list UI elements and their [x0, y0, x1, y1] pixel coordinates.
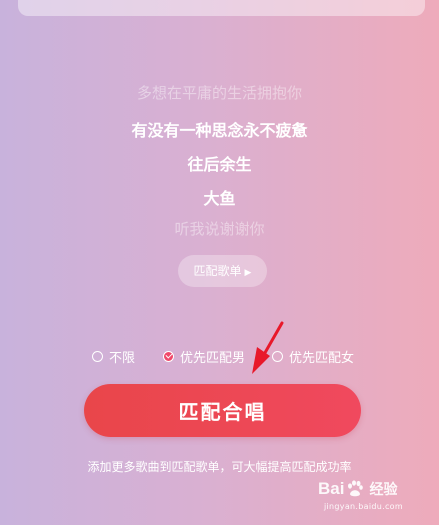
- tip-text: 添加更多歌曲到匹配歌单，可大幅提高匹配成功率: [87, 460, 352, 474]
- radio-unchecked-icon: [92, 350, 103, 362]
- watermark-brand-left: Bai: [318, 479, 345, 498]
- match-chorus-label: 匹配合唱: [178, 400, 267, 424]
- song-item[interactable]: 大鱼: [0, 185, 439, 209]
- radio-unchecked-icon: [272, 350, 283, 362]
- play-triangle-icon: ▶: [244, 268, 252, 278]
- song-item[interactable]: 有没有一种思念永不疲惫: [0, 117, 439, 141]
- match-songlist-button[interactable]: 匹配歌单 ▶: [178, 255, 267, 287]
- match-preference-options: 不限 优先匹配男 优先匹配女: [0, 346, 439, 366]
- songlist-button-label: 匹配歌单: [193, 264, 242, 278]
- option-prefer-female[interactable]: 优先匹配女: [272, 346, 354, 366]
- option-label: 不限: [109, 350, 136, 366]
- radio-checked-icon: [163, 350, 174, 362]
- match-chorus-button[interactable]: 匹配合唱: [84, 384, 361, 437]
- top-card: [18, 0, 425, 16]
- baidu-paw-icon: [348, 480, 364, 497]
- option-any[interactable]: 不限: [92, 346, 135, 366]
- song-item[interactable]: 听我说谢谢你: [0, 218, 439, 239]
- option-prefer-male[interactable]: 优先匹配男: [163, 346, 245, 366]
- watermark-brand-right: 经验: [369, 482, 398, 498]
- baidu-jingyan-watermark: Bai 经验 jingyan.baidu.com: [318, 474, 436, 522]
- song-item[interactable]: 往后余生: [0, 151, 439, 175]
- option-label: 优先匹配女: [289, 350, 355, 366]
- song-item[interactable]: 多想在平庸的生活拥抱你: [0, 82, 439, 103]
- watermark-url: jingyan.baidu.com: [324, 502, 403, 511]
- option-label: 优先匹配男: [180, 350, 246, 366]
